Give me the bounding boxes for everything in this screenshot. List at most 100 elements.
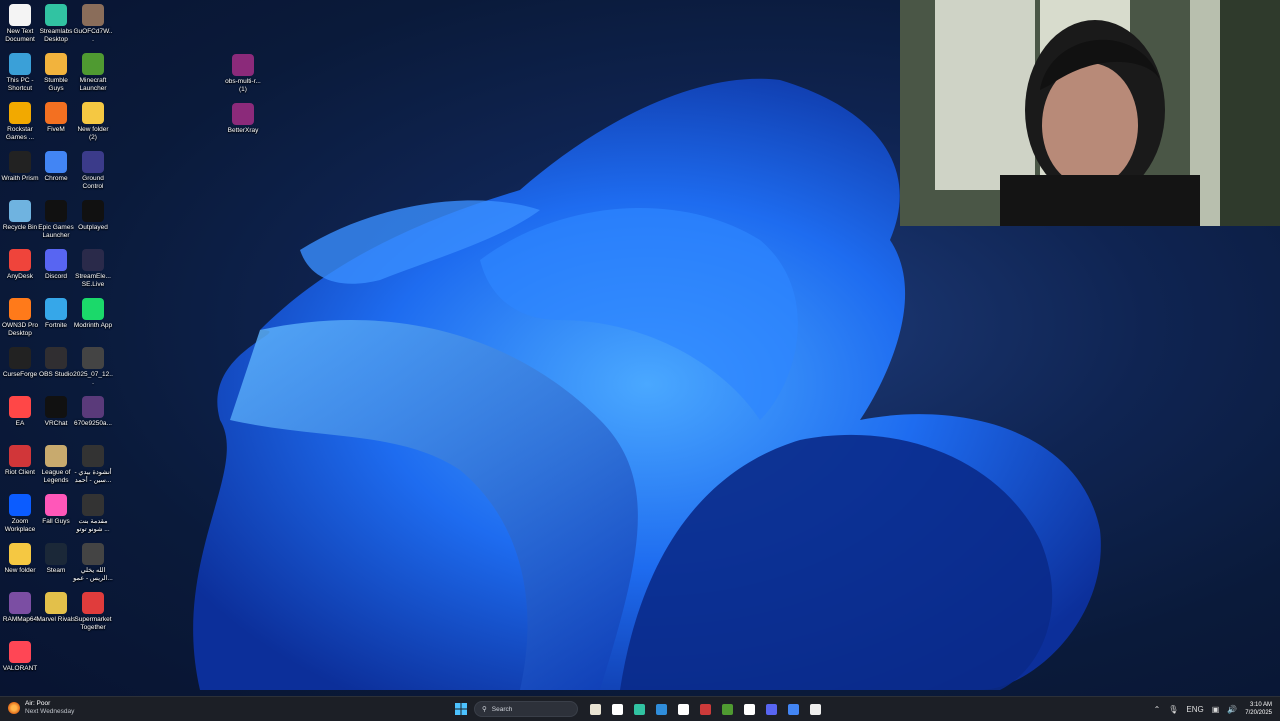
xbox-icon[interactable] xyxy=(740,700,758,718)
windows-logo-icon xyxy=(455,703,467,715)
desktop-icon[interactable]: EA xyxy=(0,396,40,428)
desktop-icon[interactable]: 2025_07_12... xyxy=(73,347,113,386)
desktop-icon[interactable]: Streamlabs Desktop xyxy=(36,4,76,43)
clock[interactable]: 3:10 AM 7/20/2025 xyxy=(1245,701,1272,717)
desktop-icon[interactable]: OWN3D Pro Desktop xyxy=(0,298,40,337)
video-file-icon xyxy=(82,445,104,467)
desktop-icon[interactable]: New folder (2) xyxy=(73,102,113,141)
desktop-icon-label: Supermarket Together xyxy=(74,616,112,631)
desktop-icon[interactable]: AnyDesk xyxy=(0,249,40,281)
desktop-icon[interactable]: Modrinth App xyxy=(73,298,113,330)
anydesk-icon xyxy=(9,249,31,271)
desktop-icon[interactable]: Fall Guys xyxy=(36,494,76,526)
desktop-icon[interactable]: New folder xyxy=(0,543,40,575)
chevron-up-icon[interactable]: ⌃ xyxy=(1154,705,1161,714)
desktop-icon[interactable]: League of Legends xyxy=(36,445,76,484)
weather-subtitle: Next Wednesday xyxy=(25,708,75,715)
desktop-icon-label: StreamEle... SE.Live xyxy=(75,273,111,288)
desktop-icon-label: Steam xyxy=(46,567,66,574)
desktop-icon[interactable]: Wraith Prism xyxy=(0,151,40,183)
clock-time: 3:10 AM xyxy=(1249,702,1272,708)
volume-icon[interactable]: 🔊 xyxy=(1227,705,1237,714)
minecraft-icon xyxy=(82,53,104,75)
image-file-icon xyxy=(82,396,104,418)
document-icon[interactable] xyxy=(674,700,692,718)
desktop-icon[interactable]: CurseForge xyxy=(0,347,40,379)
taskbar-search[interactable]: ⚲ Search xyxy=(474,701,578,717)
desktop-icon[interactable]: FiveM xyxy=(36,102,76,134)
desktop-icon[interactable]: OBS Studio xyxy=(36,347,76,379)
rockstar-icon xyxy=(9,102,31,124)
desktop-icon[interactable]: VALORANT xyxy=(0,641,40,673)
hp-icon[interactable] xyxy=(696,700,714,718)
desktop-icon[interactable]: مقدمة بنت شونو توتو ... xyxy=(73,494,113,533)
desktop-icon[interactable]: Epic Games Launcher xyxy=(36,200,76,239)
search-icon: ⚲ xyxy=(482,706,487,713)
microphone-icon[interactable]: 🎙 xyxy=(1168,705,1178,714)
supermarket-icon xyxy=(82,592,104,614)
minecraft-icon-glyph xyxy=(721,703,733,715)
desktop-icon[interactable]: Minecraft Launcher xyxy=(73,53,113,92)
desktop-icon[interactable]: الله يخلي الريس - عمو... xyxy=(73,543,113,582)
desktop-icon[interactable]: Discord xyxy=(36,249,76,281)
language-indicator[interactable]: ENG xyxy=(1186,705,1203,714)
chrome-icon[interactable] xyxy=(784,700,802,718)
weather-widget[interactable]: Air: Poor Next Wednesday xyxy=(8,700,74,716)
cooler-master-icon xyxy=(9,151,31,173)
riot-icon xyxy=(9,445,31,467)
desktop-icon[interactable]: أنشودة بيدي - سين - أحمد... xyxy=(73,445,113,484)
video-file-icon xyxy=(82,347,104,369)
desktop-icon[interactable]: This PC - Shortcut xyxy=(0,53,40,92)
ground-control-icon xyxy=(82,151,104,173)
desktop-icon-label: OWN3D Pro Desktop xyxy=(1,322,39,337)
media-player-icon[interactable] xyxy=(806,700,824,718)
desktop-icon[interactable]: RAMMap64 xyxy=(0,592,40,624)
fortnite-icon xyxy=(45,298,67,320)
desktop-icon[interactable]: Outplayed xyxy=(73,200,113,232)
desktop-icon-label: 2025_07_12... xyxy=(73,371,113,386)
desktop-icon-label: Marvel Rivals xyxy=(36,616,76,623)
desktop-icon[interactable]: Supermarket Together xyxy=(73,592,113,631)
desktop-icon[interactable]: Ground Control xyxy=(73,151,113,190)
league-icon xyxy=(45,445,67,467)
streamlabs-icon[interactable] xyxy=(630,700,648,718)
file-icon[interactable] xyxy=(608,700,626,718)
start-button[interactable] xyxy=(452,700,470,718)
desktop-icon[interactable]: Marvel Rivals xyxy=(36,592,76,624)
desktop-icon-label: AnyDesk xyxy=(6,273,33,280)
desktop-icon[interactable]: Fortnite xyxy=(36,298,76,330)
desktop-icon[interactable]: Recycle Bin xyxy=(0,200,40,232)
desktop-icon-label: League of Legends xyxy=(41,469,71,484)
desktop-icon[interactable]: BetterXray xyxy=(223,103,263,135)
system-tray: ⌃ 🎙 ENG ▣ 🔊 3:10 AM 7/20/2025 xyxy=(1154,699,1272,719)
desktop-icon-label: Zoom Workplace xyxy=(4,518,36,533)
desktop-icon[interactable]: New Text Document xyxy=(0,4,40,43)
desktop-icon[interactable]: GuOFCd7W... xyxy=(73,4,113,43)
desktop-icon[interactable]: Zoom Workplace xyxy=(0,494,40,533)
desktop-icon-label: Minecraft Launcher xyxy=(79,77,107,92)
taskbar-center: ⚲ Search xyxy=(452,699,824,719)
desktop-icon[interactable]: Chrome xyxy=(36,151,76,183)
desktop-icon-label: Discord xyxy=(44,273,68,280)
desktop-icon[interactable]: obs-multi-r... (1) xyxy=(223,54,263,93)
desktop-icon-label: Recycle Bin xyxy=(2,224,38,231)
desktop-icon[interactable]: 670e9250a... xyxy=(73,396,113,428)
desktop-icon[interactable]: Rockstar Games ... xyxy=(0,102,40,141)
webcam-overlay xyxy=(900,0,1280,226)
desktop-icon[interactable]: VRChat xyxy=(36,396,76,428)
desktop-icon[interactable]: Steam xyxy=(36,543,76,575)
recycle-bin-icon xyxy=(9,200,31,222)
discord-icon[interactable] xyxy=(762,700,780,718)
desktop-icon[interactable]: StreamEle... SE.Live xyxy=(73,249,113,288)
desktop-icon[interactable]: Stumble Guys xyxy=(36,53,76,92)
desktop-icon-label: Wraith Prism xyxy=(1,175,39,182)
store-icon[interactable] xyxy=(652,700,670,718)
steam-icon xyxy=(45,543,67,565)
rammap-icon xyxy=(9,592,31,614)
desktop-icon[interactable]: Riot Client xyxy=(0,445,40,477)
minecraft-icon[interactable] xyxy=(718,700,736,718)
network-icon[interactable]: ▣ xyxy=(1212,705,1220,714)
calendar-icon[interactable] xyxy=(586,700,604,718)
streamlabs-icon-glyph xyxy=(633,703,645,715)
file-icon-glyph xyxy=(611,703,623,715)
